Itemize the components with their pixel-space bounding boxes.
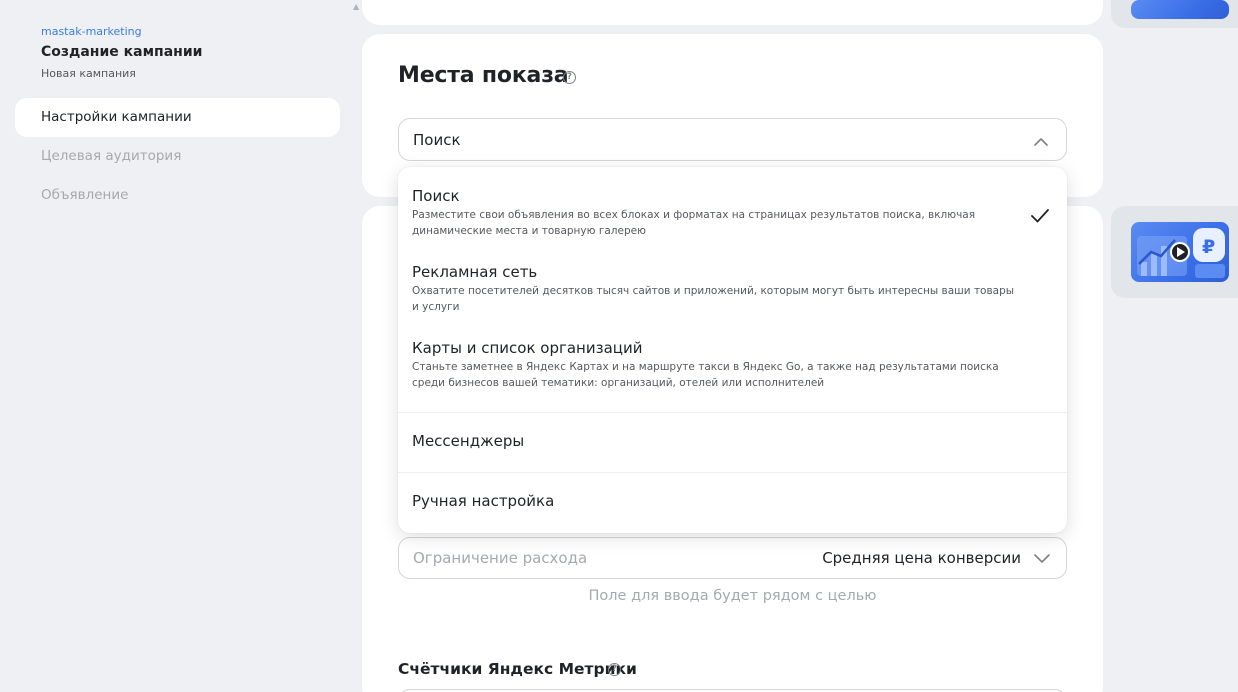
ruble-chart-video-illustration: ₽	[1131, 222, 1229, 282]
chart-illustration-icon: ₽	[1137, 228, 1225, 278]
spend-limit-hint: Поле для ввода будет рядом с целью	[588, 588, 877, 604]
option-title: Карты и список организаций	[412, 339, 643, 357]
campaign-name: Новая кампания	[41, 67, 136, 80]
placements-select[interactable]: Поиск	[398, 118, 1067, 161]
question-circle-icon[interactable]: ?	[563, 71, 576, 84]
sidebar-item-campaign-settings[interactable]: Настройки кампании	[15, 98, 340, 137]
sidebar-item-ad[interactable]: Объявление	[15, 176, 340, 215]
dropdown-option-ad-network[interactable]: Рекламная сеть Охватите посетителей деся…	[398, 263, 1067, 315]
ruble-symbol: ₽	[1202, 236, 1215, 258]
dropdown-option-maps[interactable]: Карты и список организаций Станьте замет…	[398, 339, 1067, 391]
checkmark-icon	[1031, 209, 1049, 223]
previous-section-card	[362, 0, 1103, 25]
question-circle-icon[interactable]: ?	[608, 663, 621, 676]
option-description: Разместите свои объявления во всех блока…	[412, 209, 976, 237]
option-description: Станьте заметнее в Яндекс Картах и на ма…	[412, 361, 999, 389]
promo-panel[interactable]	[1111, 0, 1238, 28]
spend-limit-select[interactable]: Ограничение расхода Средняя цена конверс…	[398, 537, 1067, 579]
option-description: Охватите посетителей десятков тысяч сайт…	[412, 285, 1015, 313]
chevron-down-icon	[1034, 554, 1050, 563]
spend-limit-label: Ограничение расхода	[413, 549, 588, 567]
option-title: Рекламная сеть	[412, 263, 538, 281]
spend-limit-value: Средняя цена конверсии	[822, 549, 1021, 567]
dropdown-option-messengers[interactable]: Мессенджеры	[398, 412, 1067, 473]
placements-title: Места показа	[398, 63, 569, 88]
page-title: Создание кампании	[41, 44, 203, 60]
account-name[interactable]: mastak-marketing	[41, 25, 142, 38]
chevron-up-icon	[1034, 138, 1048, 146]
dropdown-option-manual[interactable]: Ручная настройка	[398, 472, 1067, 533]
promo-illustration	[1131, 0, 1229, 19]
metrics-title: Счётчики Яндекс Метрики	[398, 660, 637, 678]
option-title: Поиск	[412, 187, 460, 205]
scroll-indicator-icon: ▲	[353, 2, 360, 11]
sidebar: mastak-marketing Создание кампании Новая…	[0, 0, 352, 692]
dropdown-option-search[interactable]: Поиск Разместите свои объявления во всех…	[398, 187, 1067, 239]
option-title: Ручная настройка	[412, 492, 555, 510]
promo-panel[interactable]: ₽	[1111, 206, 1238, 298]
placements-dropdown: Поиск Разместите свои объявления во всех…	[398, 167, 1067, 533]
sidebar-item-target-audience[interactable]: Целевая аудитория	[15, 137, 340, 176]
placements-selected-value: Поиск	[413, 131, 461, 149]
option-title: Мессенджеры	[412, 432, 525, 450]
